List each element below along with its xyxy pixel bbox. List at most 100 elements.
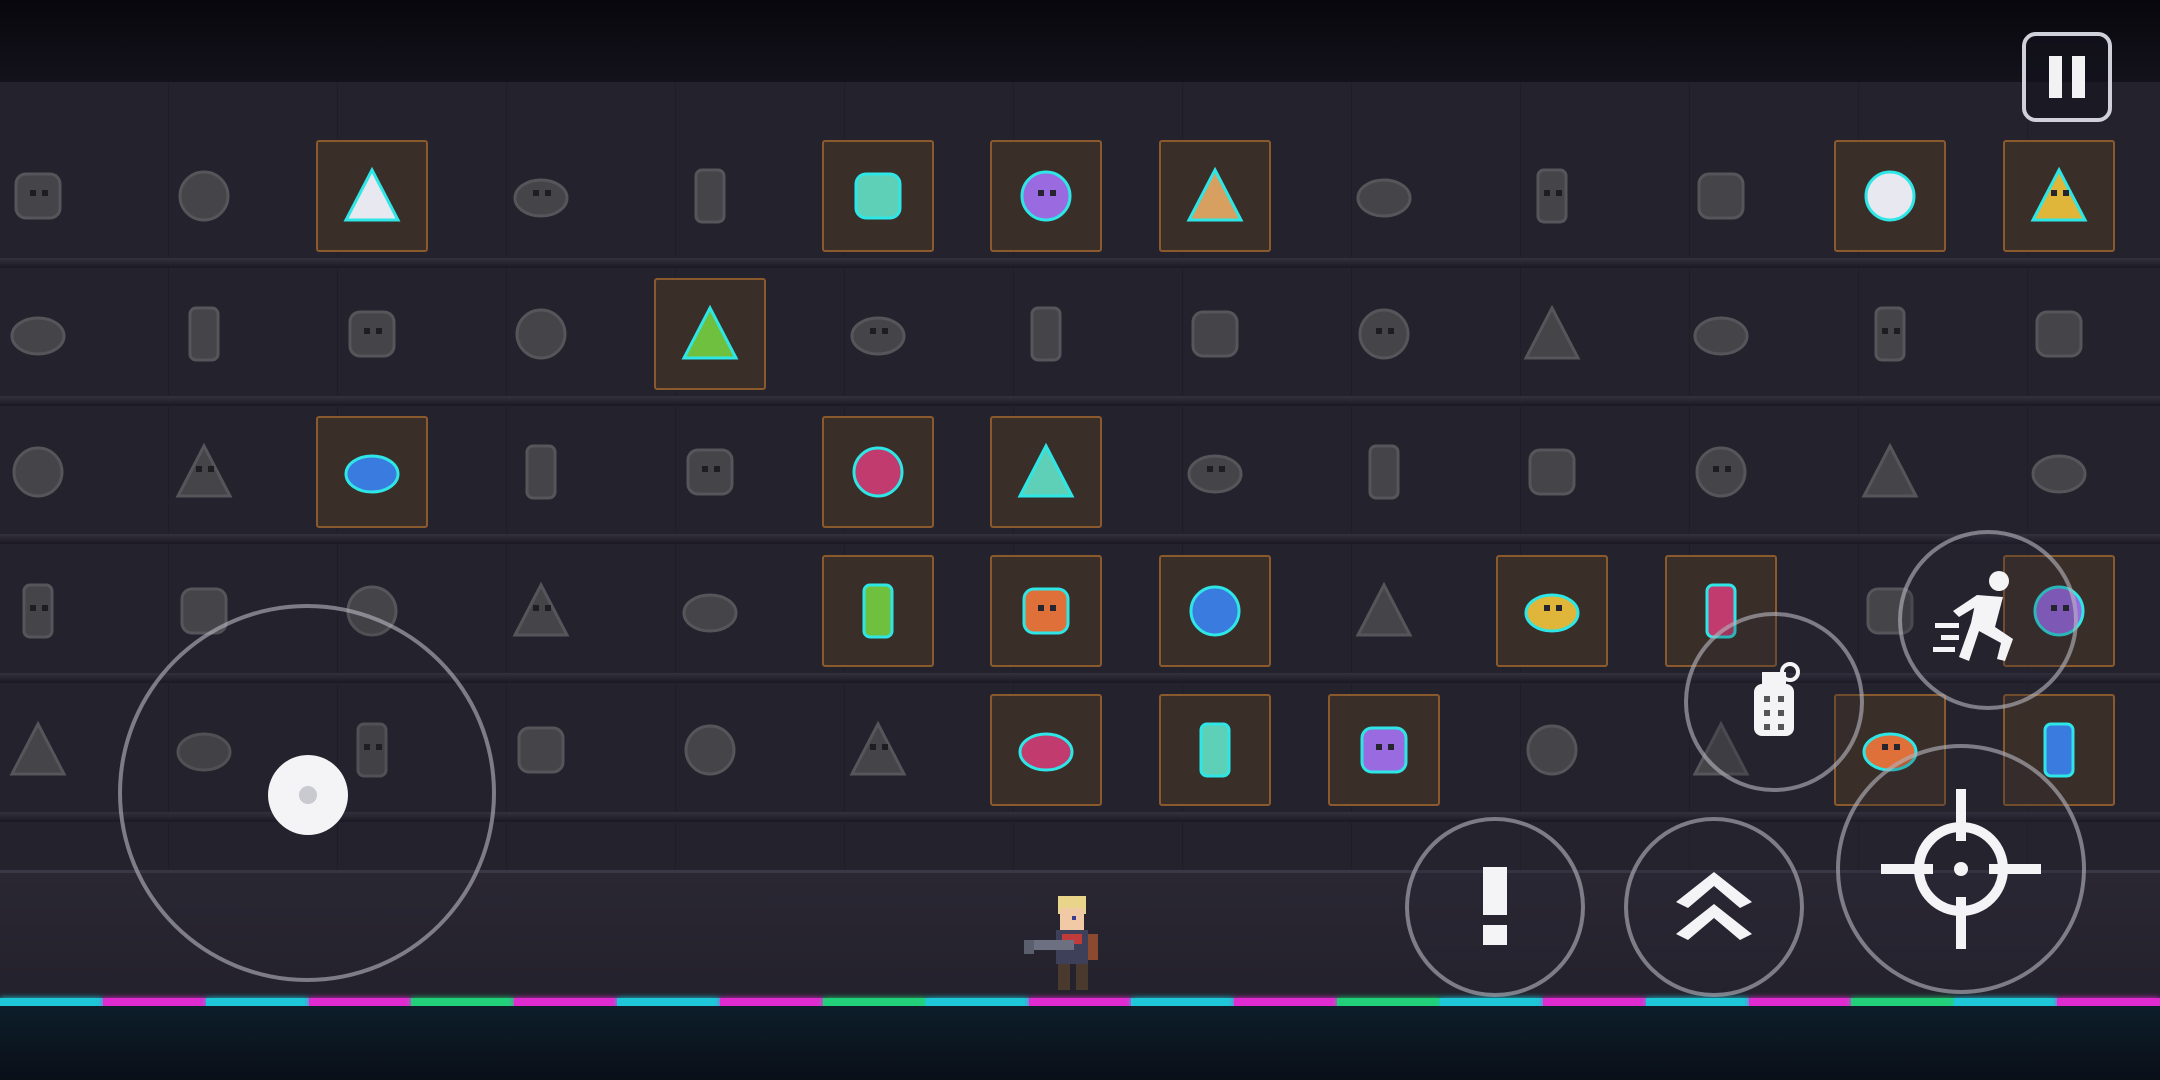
item-slot [1159, 416, 1271, 528]
fire-button[interactable] [1836, 744, 2086, 994]
neon-segment [205, 998, 309, 1006]
teddy-icon [1518, 438, 1586, 506]
item-slot [990, 555, 1102, 667]
item-slot [148, 278, 260, 390]
horn-icon [4, 300, 72, 368]
item-slot [1496, 555, 1608, 667]
screen-icon [844, 438, 912, 506]
toolbox-icon [1518, 162, 1586, 230]
candy-cane-icon [1350, 577, 1418, 645]
backpack-icon [1687, 300, 1755, 368]
neon-segment [720, 998, 823, 1006]
winged-cap-icon [844, 162, 912, 230]
ticket-icon [1012, 577, 1080, 645]
dash-runner-icon [1933, 571, 2013, 661]
item-slot [485, 416, 597, 528]
item-slot [1328, 278, 1440, 390]
donut-icon [1687, 162, 1755, 230]
bird-icon [1181, 162, 1249, 230]
cookie-icon [1350, 716, 1418, 784]
grenade-icon [1754, 662, 1800, 736]
dash-button[interactable] [1898, 530, 2078, 710]
knight-character-icon [1024, 896, 1098, 990]
item-slot [1328, 140, 1440, 252]
item-slot [1496, 416, 1608, 528]
neon-segment [2057, 998, 2160, 1006]
crosshair-icon [1881, 789, 2041, 949]
item-slot [822, 140, 934, 252]
item-slot [1159, 278, 1271, 390]
drop-icon [1350, 438, 1418, 506]
neon-segment [308, 998, 412, 1006]
item-slot [990, 694, 1102, 806]
astronaut-helmet-icon [1012, 162, 1080, 230]
neon-segment [1954, 998, 2058, 1006]
item-slot [1328, 416, 1440, 528]
item-slot [0, 278, 94, 390]
floor-reflection [0, 1006, 2160, 1080]
jump-button[interactable] [1624, 817, 1804, 997]
burger-icon [1856, 438, 1924, 506]
round-face-icon [844, 300, 912, 368]
sticker-icon [4, 162, 72, 230]
item-slot [1496, 278, 1608, 390]
neon-segment [514, 998, 618, 1006]
shelf-ledge [0, 534, 2160, 544]
note-icon [844, 716, 912, 784]
item-slot [316, 140, 428, 252]
neon-segment [1234, 998, 1338, 1006]
flame-spirit-icon [1012, 716, 1080, 784]
ninja-mask-icon [1012, 438, 1080, 506]
ice-cream-icon [2025, 438, 2093, 506]
pause-button[interactable] [2022, 32, 2112, 122]
item-slot [0, 140, 94, 252]
interact-button[interactable] [1405, 817, 1585, 997]
neon-segment [102, 998, 206, 1006]
item-slot [0, 555, 94, 667]
item-slot [1159, 694, 1271, 806]
neon-segment [1131, 998, 1235, 1006]
item-slot [485, 694, 597, 806]
joystick-knob-icon[interactable] [268, 755, 348, 835]
double-chevron-up-icon [1676, 872, 1752, 940]
boot-icon [844, 577, 912, 645]
item-slot [822, 278, 934, 390]
poop-icon [1518, 300, 1586, 368]
coral-icon [338, 162, 406, 230]
item-slot [148, 140, 260, 252]
capsule-icon [4, 438, 72, 506]
item-slot [485, 140, 597, 252]
game-scene [0, 0, 2160, 1080]
neon-segment [1645, 998, 1749, 1006]
item-slot [1834, 416, 1946, 528]
doll-icon [1687, 438, 1755, 506]
bread-icon [1181, 577, 1249, 645]
pause-icon [2049, 56, 2085, 98]
neon-segment [822, 998, 926, 1006]
item-slot [654, 278, 766, 390]
item-slot [148, 416, 260, 528]
item-slot [2003, 140, 2115, 252]
item-slot [990, 416, 1102, 528]
egg-icon [2025, 300, 2093, 368]
item-slot [1834, 140, 1946, 252]
shelf-ledge [0, 396, 2160, 406]
item-slot [2003, 278, 2115, 390]
neon-segment [1440, 998, 1543, 1006]
tree-icon [1518, 716, 1586, 784]
item-slot [1159, 555, 1271, 667]
neon-segment [411, 998, 515, 1006]
item-slot [1328, 555, 1440, 667]
item-slot [0, 694, 94, 806]
grenade-button[interactable] [1684, 612, 1864, 792]
item-slot [1496, 140, 1608, 252]
item-slot [654, 555, 766, 667]
grill-icon [507, 577, 575, 645]
item-slot [822, 694, 934, 806]
clown-icon [1856, 162, 1924, 230]
lion-icon [1518, 577, 1586, 645]
can-icon [507, 300, 575, 368]
bear-skull-icon [170, 300, 238, 368]
item-slot [822, 416, 934, 528]
spicy-heart-icon [338, 438, 406, 506]
